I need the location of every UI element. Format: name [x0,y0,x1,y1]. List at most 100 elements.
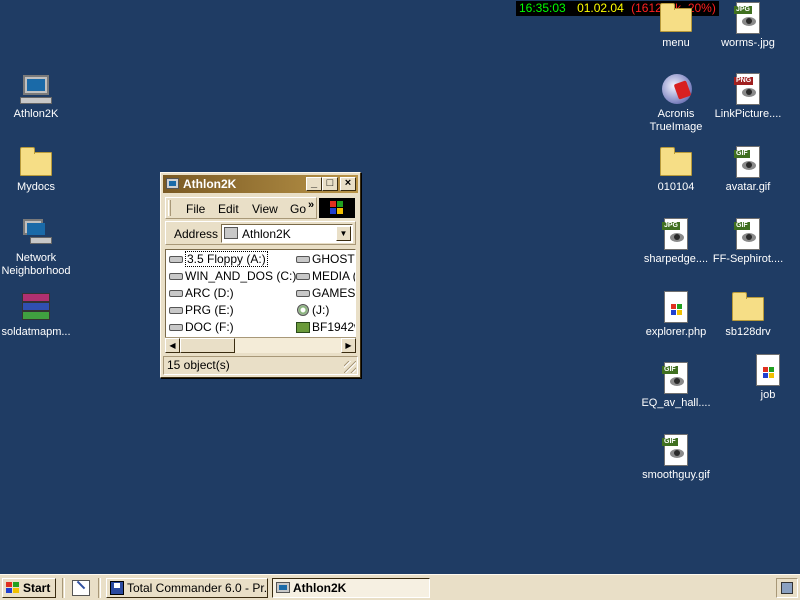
desktop-icon-soldatmap[interactable]: soldatmapm... [0,291,74,339]
hard-drive-icon [169,307,183,314]
list-item[interactable]: ARC (D:) [168,286,234,302]
hard-drive-icon [169,324,183,331]
desktop-icon-label: smoothguy.gif [642,469,710,481]
desktop-icon-worms-jpg[interactable]: JPG worms-.jpg [710,2,786,50]
menu-overflow-chevron-icon[interactable]: » [308,199,314,211]
desktop-icon-010104[interactable]: 010104 [638,146,714,194]
quicklaunch-separator [98,578,101,598]
desktop-icon-smoothguy-gif[interactable]: GIF smoothguy.gif [638,434,714,482]
my-computer-icon [276,582,290,593]
drive-label: ARC (D:) [185,286,234,300]
drive-label: GHOST ( [312,252,355,266]
network-neighborhood-icon [20,217,52,249]
window-title: Athlon2K [183,177,237,191]
my-computer-icon [166,178,179,189]
desktop-icon-label: sharpedge.... [643,253,709,265]
desktop-icon-linkpicture[interactable]: PNG LinkPicture.... [710,73,786,121]
drive-label: WIN_AND_DOS (C:) [185,269,297,283]
folder-icon [732,291,764,323]
list-item[interactable]: WIN_AND_DOS (C:) [168,269,296,285]
object-count: 15 object(s) [167,358,230,372]
desktop-icon-eq-av-hall[interactable]: GIF EQ_av_hall.... [638,362,714,410]
hard-drive-icon [296,290,310,297]
menu-go[interactable]: Go [290,202,306,216]
drive-label: PRG (E:) [185,303,234,317]
horizontal-scrollbar[interactable]: ◀ ▶ [165,337,356,353]
list-item[interactable]: DOC (F:) [168,320,234,336]
desktop-icon-sb128drv[interactable]: sb128drv [710,291,786,339]
address-bar: Address Athlon2K ▼ [165,221,356,245]
cd-drive-icon [297,304,309,316]
maximize-button[interactable]: □ [322,177,338,191]
desktop-icon-athlon2k[interactable]: Athlon2K [0,73,74,121]
resize-grip-icon[interactable] [344,361,356,373]
start-label: Start [23,581,51,595]
jpg-file-icon: JPG [732,2,764,34]
gif-file-icon: GIF [660,434,692,466]
drive-list[interactable]: 3.5 Floppy (A:) WIN_AND_DOS (C:) ARC (D:… [165,249,356,351]
list-item[interactable]: 3.5 Floppy (A:) [168,251,268,268]
taskbar: Start Total Commander 6.0 - Pr... Athlon… [0,574,800,600]
taskbar-button-athlon2k[interactable]: Athlon2K [272,578,430,598]
start-button[interactable]: Start [2,578,56,598]
acronis-icon [660,73,692,105]
hard-drive-icon [169,273,183,280]
list-item[interactable]: MEDIA (H [295,269,355,285]
desktop-icon-label: 010104 [657,181,695,193]
desktop-icon-label: Mydocs [17,181,55,193]
window-status-bar: 15 object(s) [163,356,358,375]
quicklaunch-notepad-icon[interactable] [72,580,90,596]
network-drive-icon [296,322,310,333]
desktop-icon-avatar-gif[interactable]: GIF avatar.gif [710,146,786,194]
desktop-icon-mydocs[interactable]: Mydocs [0,146,74,194]
hard-drive-icon [296,256,310,263]
desktop-icon-job[interactable]: job [730,354,800,402]
clock-time: 16:35:03 [519,1,566,15]
taskbar-button-total-commander[interactable]: Total Commander 6.0 - Pr... [106,578,268,598]
desktop-icon-explorer-php[interactable]: explorer.php [638,291,714,339]
minimize-button[interactable]: _ [306,177,322,191]
desktop-icon-label: menu [662,37,690,49]
desktop-icon-label: sb128drv [725,326,771,338]
desktop-icon-sharpedge[interactable]: JPG sharpedge.... [638,218,714,266]
menu-bar: File Edit View Go » [165,197,317,219]
desktop-icon-label: Acronis TrueImage [649,108,703,133]
drive-label: GAMES ( [312,286,356,300]
desktop-icon-label: explorer.php [645,326,707,338]
list-item[interactable]: BF1942w [295,320,355,336]
hard-drive-icon [296,273,310,280]
windows-logo-icon [6,582,20,594]
desktop-icon-menu[interactable]: menu [638,2,714,50]
folder-icon [660,146,692,178]
desktop-icon-label: worms-.jpg [721,37,775,49]
explorer-window[interactable]: Athlon2K _ □ × File Edit View Go » Addre… [160,172,361,378]
menu-view[interactable]: View [252,202,278,216]
address-input[interactable]: Athlon2K ▼ [221,224,353,243]
php-file-icon [660,291,692,323]
list-item[interactable]: GAMES ( [295,286,356,302]
window-titlebar[interactable]: Athlon2K _ □ × [163,175,358,193]
address-label: Address [174,227,219,241]
tray-app-icon[interactable] [781,582,793,594]
scroll-thumb[interactable] [180,338,235,353]
menu-file[interactable]: File [186,202,205,216]
quicklaunch-separator [62,578,65,598]
drive-label: DOC (F:) [185,320,234,334]
hard-drive-icon [169,290,183,297]
folder-icon [660,2,692,34]
close-button[interactable]: × [340,177,356,191]
list-item[interactable]: GHOST ( [295,252,355,268]
scroll-right-button[interactable]: ▶ [341,338,356,353]
windows-logo-throbber-icon [319,198,355,218]
toolbar-grip[interactable] [168,200,171,216]
desktop-icon-ff-sephirot[interactable]: GIF FF-Sephirot.... [710,218,786,266]
address-dropdown-button[interactable]: ▼ [336,226,351,241]
menu-edit[interactable]: Edit [218,202,239,216]
desktop-icon-network-neighborhood[interactable]: Network Neighborhood [0,217,74,278]
system-tray[interactable] [776,578,798,598]
list-item[interactable]: PRG (E:) [168,303,234,319]
list-item[interactable]: (J:) [295,303,329,319]
desktop-icon-acronis[interactable]: Acronis TrueImage [638,73,714,134]
scroll-left-button[interactable]: ◀ [165,338,180,353]
winrar-archive-icon [20,291,52,323]
